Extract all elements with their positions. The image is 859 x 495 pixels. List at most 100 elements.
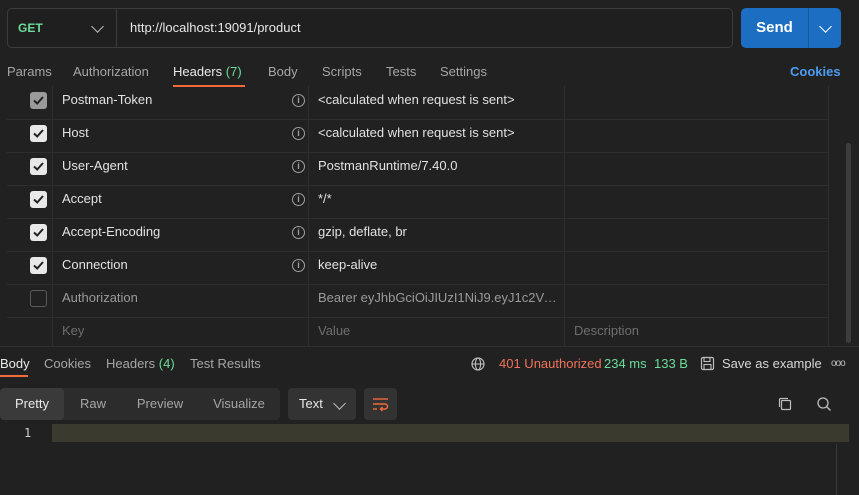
view-mode-selector: Pretty Raw Preview Visualize (0, 388, 280, 420)
tab-tests[interactable]: Tests (386, 58, 416, 86)
response-tab-test-results[interactable]: Test Results (190, 354, 261, 374)
editor-active-line[interactable] (52, 424, 849, 442)
more-options-icon[interactable]: ooo (831, 354, 846, 374)
copy-icon[interactable] (777, 396, 793, 415)
row-checkbox[interactable] (30, 224, 47, 241)
method-select[interactable]: GET (8, 9, 117, 47)
response-tab-cookies[interactable]: Cookies (44, 354, 91, 374)
tab-label: Headers (173, 64, 223, 79)
tab-params[interactable]: Params (7, 58, 52, 86)
wrap-lines-button[interactable] (364, 388, 397, 420)
table-row: User-Agent i PostmanRuntime/7.40.0 (7, 152, 829, 186)
table-scrollbar[interactable] (846, 143, 851, 343)
description-placeholder[interactable]: Description (574, 317, 639, 346)
header-value[interactable]: <calculated when request is sent> (318, 86, 515, 119)
header-value[interactable]: Bearer eyJhbGciOiJIUzI1NiJ9.eyJ1c2VyX... (318, 284, 558, 317)
row-checkbox[interactable] (30, 125, 47, 142)
row-checkbox[interactable] (30, 158, 47, 175)
check-icon (33, 228, 44, 237)
response-time[interactable]: 234 ms (604, 354, 647, 374)
header-value[interactable]: */* (318, 185, 332, 218)
line-number: 1 (24, 426, 32, 440)
tab-label: Tests (386, 64, 417, 79)
info-icon[interactable]: i (292, 127, 305, 140)
tab-label: Body (268, 64, 298, 79)
chevron-down-icon (819, 19, 832, 33)
response-size[interactable]: 133 B (654, 354, 688, 374)
header-key[interactable]: User-Agent (62, 152, 128, 185)
response-tab-body[interactable]: Body (0, 354, 30, 374)
row-checkbox[interactable] (30, 191, 47, 208)
editor-scrollbar[interactable] (836, 444, 837, 495)
format-select[interactable]: Text (288, 388, 356, 420)
tab-scripts[interactable]: Scripts (322, 58, 362, 86)
chevron-down-icon (90, 19, 104, 33)
chevron-down-icon (333, 397, 346, 410)
tab-label: Headers (106, 356, 156, 371)
response-tab-headers[interactable]: Headers (4) (106, 354, 175, 374)
send-button-group: Send (741, 8, 841, 48)
table-row: Authorization Bearer eyJhbGciOiJIUzI1NiJ… (7, 284, 829, 318)
tab-authorization[interactable]: Authorization (73, 58, 149, 86)
send-options-button[interactable] (808, 8, 842, 48)
wrap-icon (373, 398, 389, 412)
tab-count-badge: (4) (158, 356, 175, 371)
tab-settings[interactable]: Settings (440, 58, 487, 86)
check-icon (33, 195, 44, 204)
check-icon (33, 162, 44, 171)
check-icon (33, 96, 44, 105)
header-key[interactable]: Authorization (62, 284, 138, 317)
header-key[interactable]: Connection (62, 251, 128, 284)
url-bar: GET http://localhost:19091/product (7, 8, 733, 48)
row-checkbox[interactable] (30, 290, 47, 307)
info-icon[interactable]: i (292, 94, 305, 107)
info-icon[interactable]: i (292, 193, 305, 206)
header-key[interactable]: Postman-Token (62, 86, 152, 119)
pane-divider[interactable] (0, 346, 859, 347)
save-as-example-button[interactable]: Save as example (722, 354, 822, 374)
check-icon (33, 261, 44, 270)
table-row: Postman-Token i <calculated when request… (7, 86, 829, 120)
send-button[interactable]: Send (741, 8, 808, 48)
value-placeholder[interactable]: Value (318, 317, 350, 346)
header-key[interactable]: Host (62, 119, 89, 152)
search-icon[interactable] (816, 396, 832, 415)
tab-label: Authorization (73, 64, 149, 79)
header-key[interactable]: Accept (62, 185, 102, 218)
status-code[interactable]: 401 Unauthorized (499, 354, 602, 374)
table-row: Key Value Description (7, 317, 829, 346)
tab-label: Settings (440, 64, 487, 79)
info-icon[interactable]: i (292, 226, 305, 239)
header-value[interactable]: gzip, deflate, br (318, 218, 407, 251)
header-value[interactable]: PostmanRuntime/7.40.0 (318, 152, 457, 185)
row-checkbox[interactable] (30, 92, 47, 109)
view-raw[interactable]: Raw (64, 388, 122, 420)
table-row: Accept-Encoding i gzip, deflate, br (7, 218, 829, 252)
save-icon (700, 356, 715, 374)
header-value[interactable]: keep-alive (318, 251, 377, 284)
info-icon[interactable]: i (292, 259, 305, 272)
check-icon (33, 129, 44, 138)
header-value[interactable]: <calculated when request is sent> (318, 119, 515, 152)
view-pretty[interactable]: Pretty (0, 388, 64, 420)
tab-count-badge: (7) (225, 64, 242, 79)
tab-body[interactable]: Body (268, 58, 298, 86)
tab-label: Params (7, 64, 52, 79)
key-placeholder[interactable]: Key (62, 317, 84, 346)
url-input[interactable]: http://localhost:19091/product (130, 9, 301, 47)
info-icon[interactable]: i (292, 160, 305, 173)
tab-headers[interactable]: Headers (7) (173, 58, 242, 86)
table-row: Accept i */* (7, 185, 829, 219)
cookies-link[interactable]: Cookies (790, 58, 841, 86)
active-tab-indicator (0, 375, 28, 377)
view-preview[interactable]: Preview (122, 388, 198, 420)
table-row: Connection i keep-alive (7, 251, 829, 285)
row-checkbox[interactable] (30, 257, 47, 274)
header-key[interactable]: Accept-Encoding (62, 218, 160, 251)
headers-table: Postman-Token i <calculated when request… (7, 86, 829, 346)
table-row: Host i <calculated when request is sent> (7, 119, 829, 153)
globe-icon[interactable] (471, 357, 485, 374)
format-label: Text (299, 396, 323, 411)
method-label: GET (18, 21, 43, 35)
view-visualize[interactable]: Visualize (198, 388, 280, 420)
